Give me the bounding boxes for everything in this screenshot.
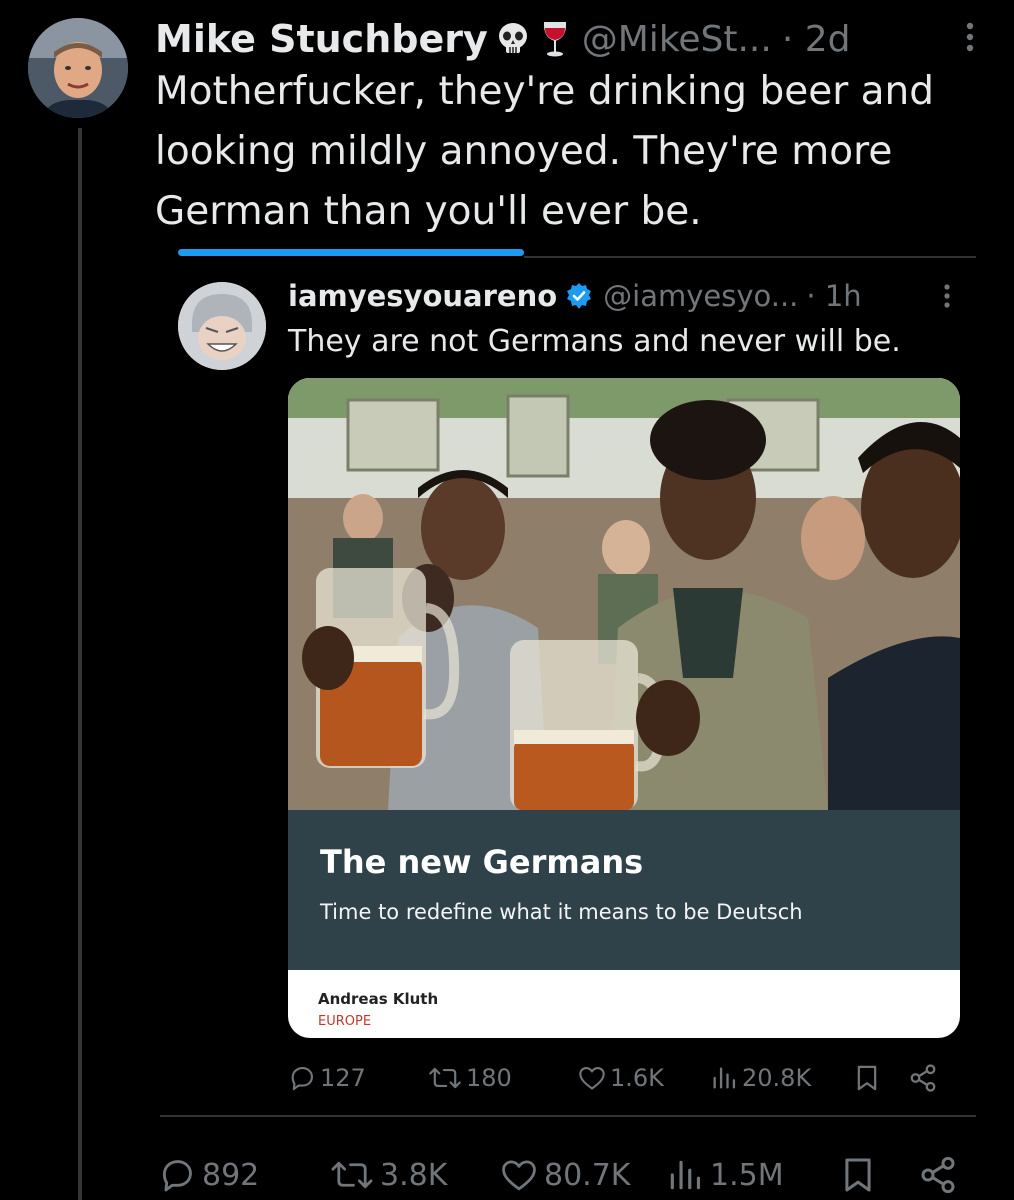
share-icon [910,1064,936,1092]
main-retweet-button[interactable]: 3.8K [330,1155,447,1195]
author-name[interactable]: Mike Stuchbery [155,17,488,61]
like-icon [579,1067,605,1090]
article-title: The new Germans [320,843,644,881]
reply-header: iamyesyouareno @iamyesyo... · 1h [288,275,988,317]
article-card[interactable]: The new Germans Time to redefine what it… [288,378,960,1038]
reply-icon [162,1160,192,1192]
retweet-icon [331,1161,373,1189]
like-button[interactable]: 1.6K [578,1062,664,1094]
like-count: 1.6K [610,1064,664,1092]
main-views-button[interactable]: 1.5M [666,1155,784,1195]
divider [524,256,976,258]
views-icon [713,1067,736,1089]
avatar-photo [28,18,128,118]
article-subtitle: Time to redefine what it means to be Deu… [320,900,803,924]
main-reply-count: 892 [202,1157,260,1193]
reply-timestamp[interactable]: · 1h [806,279,861,313]
article-photo [288,378,960,810]
main-reply-button[interactable]: 892 [158,1155,259,1195]
wine-glass-emoji-icon [538,19,572,59]
divider [160,1115,976,1117]
retweet-button[interactable]: 180 [428,1062,512,1094]
main-bookmark-button[interactable] [842,1155,874,1195]
share-icon [921,1156,955,1194]
main-like-button[interactable]: 80.7K [500,1155,630,1195]
bookmark-button[interactable] [855,1062,879,1094]
article-author: Andreas Kluth [318,990,439,1008]
verified-badge-icon [565,282,593,310]
more-icon[interactable] [964,20,976,58]
skull-emoji-icon [496,19,530,59]
article-section: EUROPE [318,1014,372,1029]
reply-author-handle[interactable]: @iamyesyo... [603,279,798,313]
main-like-count: 80.7K [544,1157,631,1193]
retweet-icon [429,1067,461,1089]
like-icon [502,1160,536,1191]
reply-author-avatar[interactable] [178,282,266,370]
views-count: 20.8K [742,1064,812,1092]
reply-text: They are not Germans and never will be. [288,324,901,359]
tweet-text: Motherfucker, they're drinking beer and … [155,69,935,234]
tweet-timestamp[interactable]: · 2d [782,19,851,60]
bookmark-icon [857,1065,877,1091]
main-share-button[interactable] [918,1155,958,1195]
bookmark-icon [845,1158,871,1192]
author-handle[interactable]: @MikeSt... [582,19,772,60]
author-avatar[interactable] [28,18,128,118]
retweet-count: 180 [466,1064,512,1092]
main-views-count: 1.5M [710,1157,784,1193]
main-retweet-count: 3.8K [380,1157,448,1193]
reply-button[interactable]: 127 [288,1062,366,1094]
reply-avatar-drawing [178,282,266,370]
article-banner [288,810,960,970]
share-button[interactable] [908,1062,938,1094]
tweet-header: Mike Stuchbery @MikeSt... · 2d [155,14,985,64]
thread-connector-line [78,128,82,1200]
reply-author-name[interactable]: iamyesyouareno [288,279,557,313]
quote-indicator-bar [178,249,524,256]
reply-icon [291,1067,313,1091]
views-button[interactable]: 20.8K [710,1062,811,1094]
reply-count: 127 [320,1064,366,1092]
reply-more-icon[interactable] [942,282,952,314]
views-icon [670,1160,701,1190]
